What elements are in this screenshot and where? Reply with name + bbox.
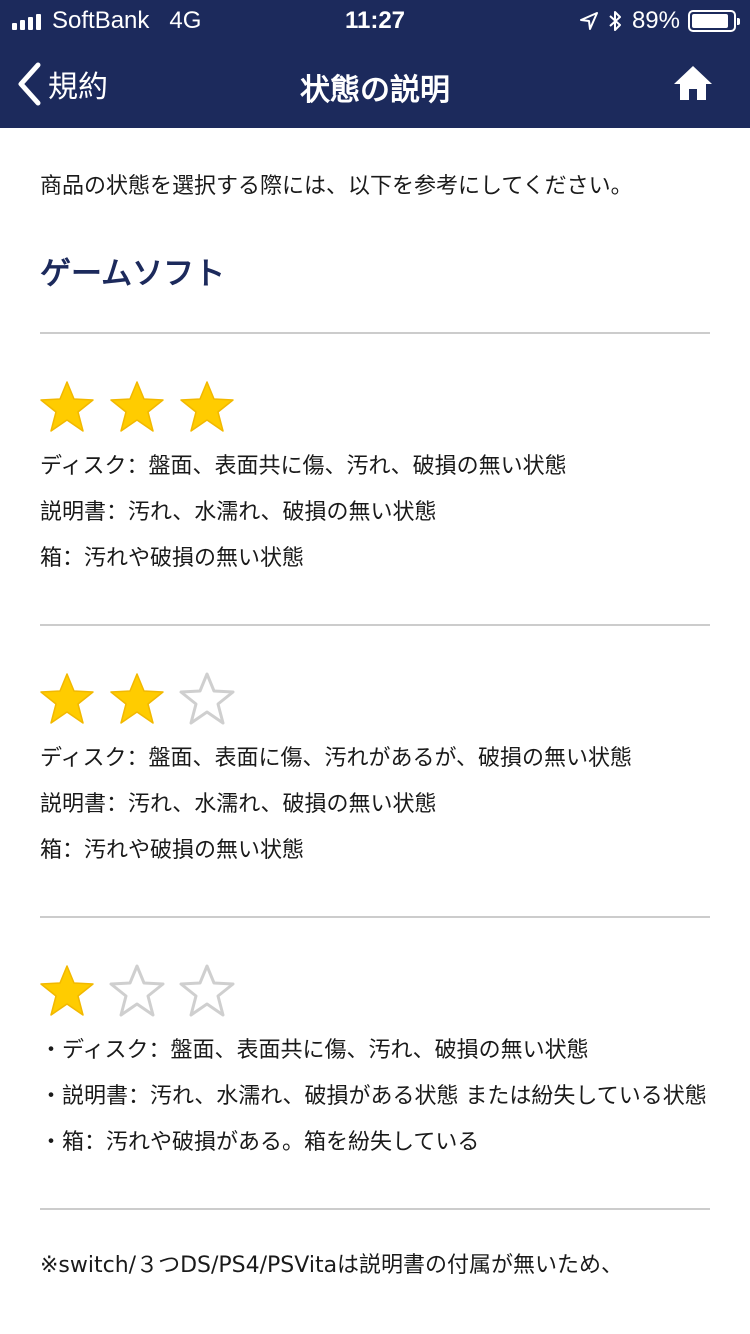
condition-line: 箱：汚れや破損の無い状態 (40, 838, 305, 863)
condition-line: ・説明書：汚れ、水濡れ、破損がある状態 または紛失している状態 (40, 1084, 707, 1109)
star-filled-icon (110, 381, 164, 432)
condition-block: ディスク：盤面、表面共に傷、汚れ、破損の無い状態 説明書：汚れ、水濡れ、破損の無… (40, 334, 710, 582)
home-button[interactable] (672, 64, 714, 106)
bluetooth-icon (609, 11, 621, 31)
star-empty-icon (179, 964, 235, 1017)
condition-line: ディスク：盤面、表面共に傷、汚れ、破損の無い状態 (40, 454, 567, 479)
home-icon (674, 66, 712, 100)
star-filled-icon (40, 381, 94, 432)
star-filled-icon (40, 673, 94, 724)
star-rating (38, 668, 710, 730)
section-title: ゲームソフト (40, 256, 226, 292)
star-empty-icon (109, 964, 165, 1017)
battery-percentage: 89% (631, 7, 680, 34)
intro-text: 商品の状態を選択する際には、以下を参考にしてください。 (40, 174, 633, 199)
battery-icon (688, 10, 740, 32)
battery-fill (692, 14, 728, 28)
condition-line: ・ディスク：盤面、表面共に傷、汚れ、破損の無い状態 (40, 1038, 589, 1063)
note-text: ※switch/３つDS/PS4/PSVitaは説明書の付属が無いため、 (40, 1253, 624, 1278)
content-area: 商品の状態を選択する際には、以下を参考にしてください。 ゲームソフト ディスク：… (40, 128, 710, 1286)
condition-line: 説明書：汚れ、水濡れ、破損の無い状態 (40, 792, 437, 817)
condition-line: 箱：汚れや破損の無い状態 (40, 546, 305, 571)
star-rating (38, 376, 710, 438)
page-title: 状態の説明 (300, 73, 450, 108)
navigation-bar: 規約 状態の説明 (0, 40, 750, 128)
star-filled-icon (180, 381, 234, 432)
condition-line: 説明書：汚れ、水濡れ、破損の無い状態 (40, 500, 437, 525)
star-empty-icon (179, 672, 235, 725)
divider (40, 1208, 710, 1210)
condition-block: ディスク：盤面、表面に傷、汚れがあるが、破損の無い状態 説明書：汚れ、水濡れ、破… (40, 626, 710, 874)
star-filled-icon (40, 965, 94, 1016)
star-rating (38, 960, 710, 1022)
status-bar: SoftBank 4G 11:27 89% (0, 0, 750, 40)
condition-line: ディスク：盤面、表面に傷、汚れがあるが、破損の無い状態 (40, 746, 633, 771)
location-arrow-icon (579, 12, 598, 30)
star-filled-icon (110, 673, 164, 724)
condition-block: ・ディスク：盤面、表面共に傷、汚れ、破損の無い状態 ・説明書：汚れ、水濡れ、破損… (40, 918, 710, 1166)
condition-line: ・箱：汚れや破損がある。箱を紛失している (40, 1130, 480, 1155)
